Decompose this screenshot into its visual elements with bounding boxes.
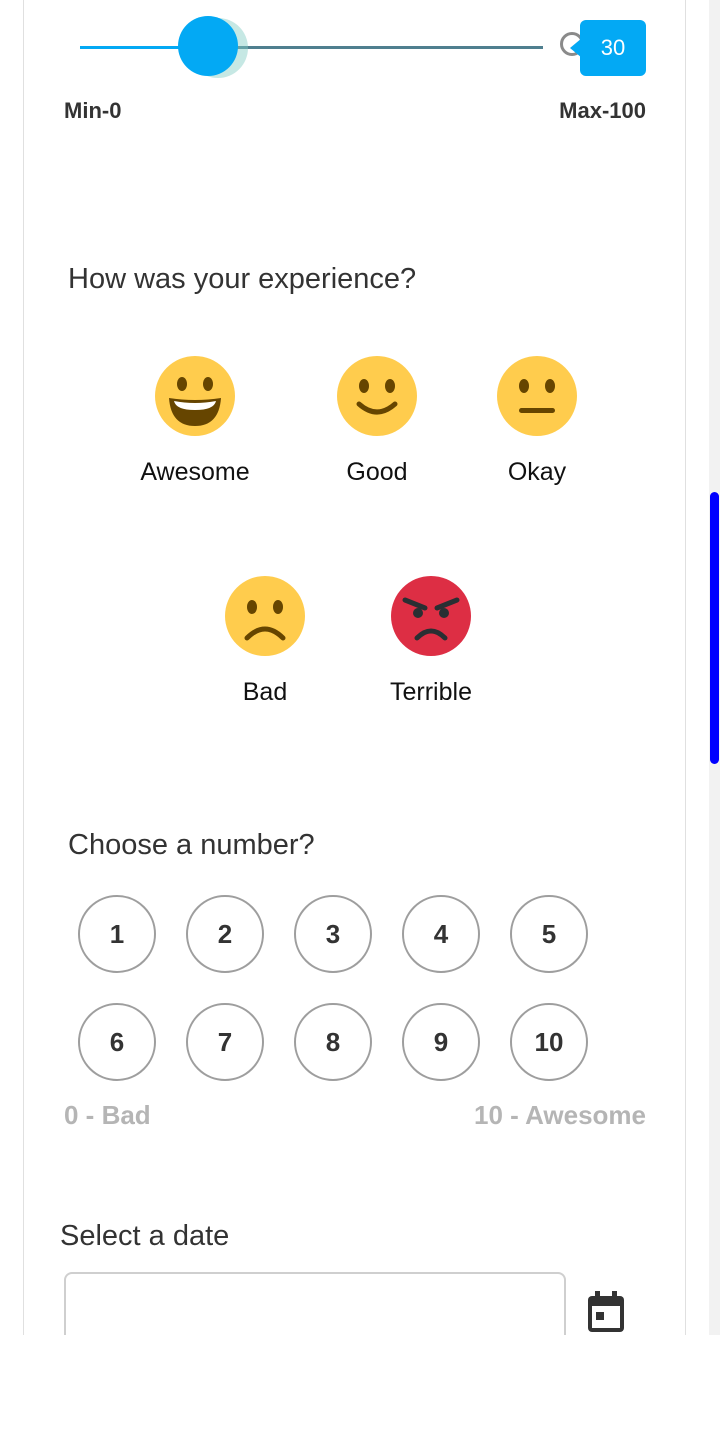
slider-max-label: Max-100 bbox=[559, 98, 646, 123]
emoji-label-awesome: Awesome bbox=[140, 458, 250, 486]
emoji-label-good: Good bbox=[346, 458, 408, 486]
emoji-option-okay[interactable]: Okay bbox=[457, 356, 617, 487]
slider-value-badge: 30 bbox=[580, 20, 646, 76]
smiling-face-icon bbox=[337, 356, 417, 436]
neutral-face-icon bbox=[497, 356, 577, 436]
emoji-option-bad[interactable]: Bad bbox=[185, 576, 345, 707]
slider-min-label: Min-0 bbox=[64, 98, 122, 123]
survey-page: 30 Min-0 Max-100 How was your experience… bbox=[0, 0, 720, 1448]
number-button-8[interactable]: 8 bbox=[294, 1003, 372, 1081]
angry-face-icon bbox=[391, 576, 471, 656]
number-button-4[interactable]: 4 bbox=[402, 895, 480, 973]
number-button-3[interactable]: 3 bbox=[294, 895, 372, 973]
number-button-9[interactable]: 9 bbox=[402, 1003, 480, 1081]
emoji-label-okay: Okay bbox=[507, 458, 567, 486]
emoji-option-good[interactable]: Good bbox=[297, 356, 457, 487]
slider-inactive-track[interactable] bbox=[210, 46, 543, 49]
number-question: Choose a number? bbox=[68, 829, 315, 861]
frowning-face-icon bbox=[225, 576, 305, 656]
emoji-label-bad: Bad bbox=[242, 678, 288, 706]
scale-low-label: 0 - Bad bbox=[64, 1100, 151, 1130]
number-button-5[interactable]: 5 bbox=[510, 895, 588, 973]
number-button-6[interactable]: 6 bbox=[78, 1003, 156, 1081]
number-button-10[interactable]: 10 bbox=[510, 1003, 588, 1081]
number-button-1[interactable]: 1 bbox=[78, 895, 156, 973]
date-label: Select a date bbox=[60, 1220, 230, 1252]
number-button-2[interactable]: 2 bbox=[186, 895, 264, 973]
number-button-7[interactable]: 7 bbox=[186, 1003, 264, 1081]
emoji-option-terrible[interactable]: Terrible bbox=[351, 576, 511, 707]
scale-high-label: 10 - Awesome bbox=[474, 1100, 646, 1130]
experience-question: How was your experience? bbox=[68, 263, 417, 295]
emoji-label-terrible: Terrible bbox=[390, 678, 472, 706]
slider-thumb[interactable] bbox=[178, 16, 238, 76]
emoji-option-awesome[interactable]: Awesome bbox=[115, 356, 275, 487]
calendar-icon[interactable] bbox=[586, 1290, 626, 1339]
bottom-blank-area bbox=[0, 1335, 720, 1448]
scrollbar-thumb[interactable] bbox=[710, 492, 719, 764]
grinning-face-icon bbox=[155, 356, 235, 436]
